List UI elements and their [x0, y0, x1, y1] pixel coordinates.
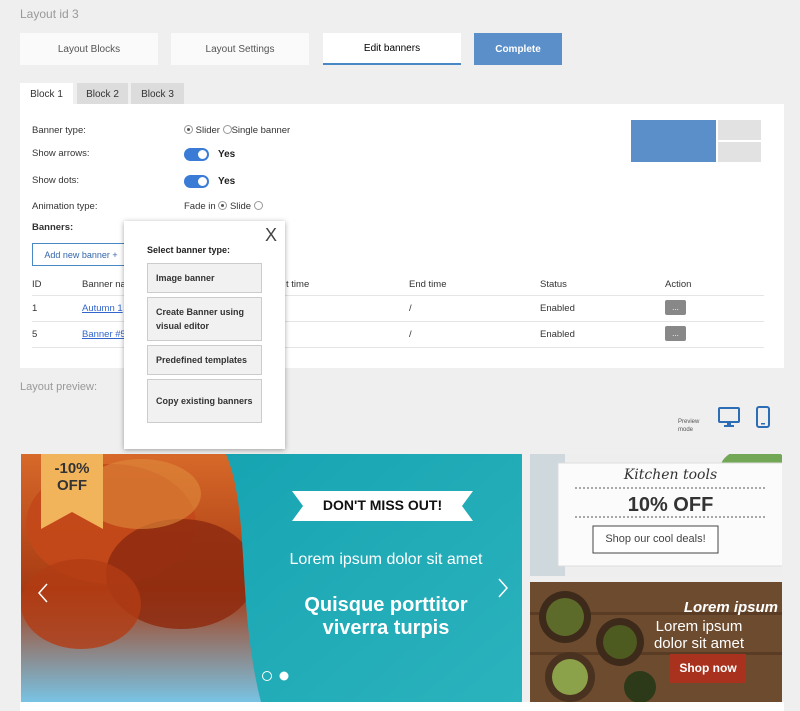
banner-type-single-radio[interactable]: [222, 125, 232, 134]
banners-label: Banners:: [32, 222, 74, 233]
banner-type-slider-radio[interactable]: [184, 125, 193, 134]
show-arrows-value: Yes: [218, 149, 236, 160]
tab-block-3[interactable]: Block 3: [131, 83, 184, 105]
layout-preview-label: Layout preview:: [20, 381, 98, 393]
step-tab-edit-banners[interactable]: Edit banners: [323, 33, 461, 65]
discount-ribbon-line-2: OFF: [57, 477, 87, 494]
col-header-end-time: End time: [409, 279, 447, 290]
popup-title: Select banner type:: [147, 245, 231, 255]
tea-banner[interactable]: Lorem ipsum Lorem ipsum dolor sit amet S…: [530, 582, 782, 702]
animation-fade-radio[interactable]: [218, 201, 228, 210]
banner-big-text: Quisque porttitor viverra turpis: [266, 594, 506, 640]
layout-thumb-side-bottom: [718, 142, 761, 162]
show-arrows-toggle[interactable]: [184, 148, 209, 161]
row-1-name-link[interactable]: Autumn 1: [82, 303, 123, 314]
preview-bottom-strip: [20, 702, 784, 711]
col-header-start-time: t time: [286, 279, 310, 290]
option-predefined-templates[interactable]: Predefined templates: [147, 345, 262, 375]
banner-subtitle: Lorem ipsum dolor sit amet: [289, 551, 483, 568]
row-1-status: Enabled: [540, 303, 575, 314]
preview-mode-line-2: mode: [678, 427, 694, 433]
main-slider-banner[interactable]: -10% OFF DON'T MISS OUT! Lorem ipsum dol…: [21, 454, 522, 702]
show-dots-value: Yes: [218, 176, 236, 187]
close-icon[interactable]: X: [265, 225, 277, 246]
show-dots-control: Yes: [184, 175, 235, 188]
option-image-banner[interactable]: Image banner: [147, 263, 262, 293]
kitchen-tools-title: Kitchen tools: [623, 467, 718, 483]
row-1-end: /: [409, 303, 412, 314]
add-new-banner-button[interactable]: Add new banner +: [32, 243, 130, 266]
layout-id-title: Layout id 3: [20, 7, 79, 21]
step-tab-layout-blocks[interactable]: Layout Blocks: [20, 33, 158, 65]
discount-ribbon: -10% OFF: [41, 460, 103, 494]
kitchen-offer: 10% OFF: [627, 494, 714, 516]
tea-banner-text: Lorem ipsum dolor sit amet: [640, 618, 758, 652]
row-2-id: 5: [32, 329, 38, 340]
animation-slide-label: Slide: [229, 201, 252, 212]
banner-type-options: Slider Single banner: [184, 125, 290, 136]
animation-type-label: Animation type:: [32, 201, 98, 212]
complete-button[interactable]: Complete: [474, 33, 562, 65]
tea-banner-title: Lorem ipsum: [683, 599, 778, 616]
row-2-status: Enabled: [540, 329, 575, 340]
dont-miss-headline: DON'T MISS OUT!: [322, 497, 443, 513]
preview-mode-line-1: Preview: [678, 419, 700, 425]
banner-type-single-label: Single banner: [231, 125, 291, 136]
row-1-id: 1: [32, 303, 38, 314]
tea-banner-line-2: dolor sit amet: [653, 635, 745, 652]
animation-slide-radio[interactable]: [253, 201, 263, 210]
show-dots-toggle[interactable]: [184, 175, 209, 188]
shop-now-button[interactable]: Shop now: [670, 661, 746, 675]
discount-ribbon-line-1: -10%: [54, 460, 90, 477]
mobile-icon[interactable]: [756, 406, 770, 428]
banner-type-slider-label: Slider: [195, 125, 220, 136]
show-arrows-label: Show arrows:: [32, 148, 90, 159]
show-dots-label: Show dots:: [32, 175, 79, 186]
show-arrows-control: Yes: [184, 148, 235, 161]
banner-type-label: Banner type:: [32, 125, 86, 136]
col-header-banner-name: Banner na: [82, 279, 126, 290]
tab-block-1[interactable]: Block 1: [20, 83, 73, 105]
kitchen-tools-banner[interactable]: Kitchen tools 10% OFF Shop our cool deal…: [530, 454, 782, 576]
row-2-action-button[interactable]: ...: [665, 326, 686, 341]
row-2-end: /: [409, 329, 412, 340]
option-copy-existing[interactable]: Copy existing banners: [147, 379, 262, 423]
tab-block-2[interactable]: Block 2: [77, 83, 128, 105]
row-2-name-link[interactable]: Banner #5: [82, 329, 126, 340]
col-header-id: ID: [32, 279, 42, 290]
animation-fade-label: Fade in: [184, 201, 216, 212]
desktop-icon[interactable]: [718, 407, 740, 428]
preview-mode-label: Preview mode: [678, 418, 699, 434]
layout-thumb-side-top: [718, 120, 761, 140]
layout-thumb-main: [631, 120, 716, 162]
banner-big-line-2: viverra turpis: [322, 617, 450, 639]
banner-big-line-1: Quisque porttitor: [304, 594, 468, 616]
option-visual-editor[interactable]: Create Banner using visual editor: [147, 297, 262, 341]
col-header-status: Status: [540, 279, 567, 290]
row-1-action-button[interactable]: ...: [665, 300, 686, 315]
animation-type-options: Fade in Slide: [184, 201, 263, 212]
select-banner-type-popup: X Select banner type: Image banner Creat…: [124, 221, 285, 449]
tea-banner-line-1: Lorem ipsum: [655, 618, 743, 635]
kitchen-cta[interactable]: Shop our cool deals!: [593, 533, 718, 545]
col-header-action: Action: [665, 279, 692, 290]
step-tab-layout-settings[interactable]: Layout Settings: [171, 33, 309, 65]
